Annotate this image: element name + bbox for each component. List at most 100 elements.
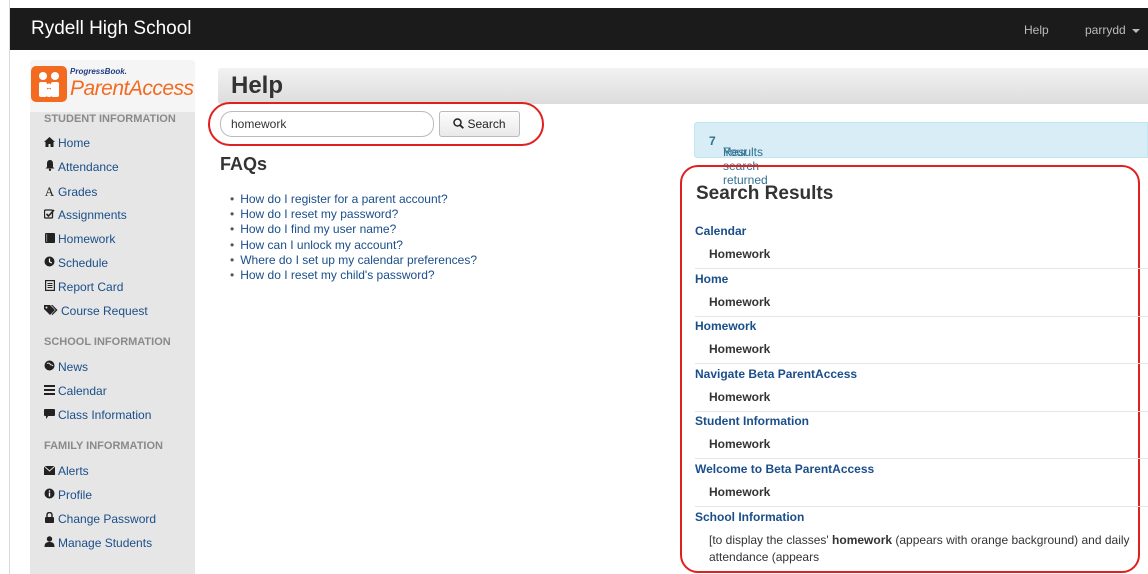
result-link-welcome-beta[interactable]: Welcome to Beta ParentAccess [695,462,874,476]
result-subtitle: Homework [709,437,771,451]
sidebar-item-label: Attendance [58,160,119,174]
results-count-banner: Your search returned 7 Results [694,122,1148,187]
sidebar-section-school: SCHOOL INFORMATION [44,336,171,348]
sidebar-section-student: STUDENT INFORMATION [44,113,176,125]
sidebar-item-class-information[interactable]: Class Information [44,408,151,422]
result-link-student-information[interactable]: Student Information [695,414,809,428]
sidebar-item-label: Profile [58,488,93,502]
check-square-icon [43,209,55,222]
sidebar-item-label: Course Request [61,304,148,318]
result-subtitle: Homework [709,247,771,261]
sidebar-item-schedule[interactable]: Schedule [44,256,108,270]
comment-icon [44,409,55,422]
bullet-icon: • [230,207,235,222]
faq-item[interactable]: • How do I register for a parent account? [230,192,477,207]
faq-item-label: Where do I set up my calendar preference… [240,252,477,267]
bell-icon [44,160,55,174]
result-divider [695,316,1148,317]
sidebar-item-assignments[interactable]: Assignments [43,208,127,222]
sidebar-item-calendar[interactable]: Calendar [44,384,107,398]
sidebar-item-grades[interactable]: A Grades [44,184,98,200]
faq-item-label: How can I unlock my account? [240,237,403,252]
sidebar-item-label: Homework [58,232,116,246]
results-title: Search Results [696,183,834,204]
result-divider [695,411,1148,412]
faq-item-label: How do I find my user name? [240,222,397,237]
sidebar-item-label: Class Information [58,408,152,422]
results-count-text: Your search returned 7 Results [709,134,768,187]
home-icon [44,137,55,150]
faq-title: FAQs [220,154,268,174]
sidebar-item-report-card[interactable]: Report Card [44,280,123,294]
bullet-icon: • [230,252,235,267]
result-divider [695,458,1148,459]
result-subtitle: Homework [709,485,771,499]
user-icon [44,536,55,550]
faq-item-label: How do I reset my child's password? [240,268,435,283]
snippet-highlight: homework [832,533,893,547]
sidebar-item-label: Calendar [58,384,107,398]
school-name: Rydell High School [31,18,192,39]
page-header: Help [218,68,1148,104]
sidebar-section-family: FAMILY INFORMATION [44,440,163,452]
report-icon [44,280,55,294]
faq-item[interactable]: • How can I unlock my account? [230,238,477,253]
sidebar-item-manage-students[interactable]: Manage Students [44,536,152,550]
sidebar-item-label: Report Card [58,280,124,294]
caret-down-icon [1131,28,1140,33]
username-label: parrydd [1085,23,1126,37]
snippet-before: [to display the classes' [709,533,833,547]
bullet-icon: • [230,192,235,206]
page-edge [0,0,10,574]
sidebar-item-label: Grades [58,185,98,199]
browser-page: Rydell High School Help parrydd Progress… [0,0,1148,574]
lock-icon [44,511,55,526]
faq-item[interactable]: • How do I find my user name? [230,222,477,237]
list-icon [44,385,55,398]
sidebar-item-alerts[interactable]: Alerts [43,464,89,478]
sidebar-item-label: Home [58,136,91,150]
sidebar-item-label: Change Password [58,512,157,526]
result-subtitle: Homework [709,390,771,404]
user-menu[interactable]: parrydd [1085,23,1140,37]
sidebar-item-news[interactable]: News [44,360,88,374]
progressbook-logo[interactable]: ProgressBook. ParentAccess [30,60,195,112]
result-link-navigate-beta[interactable]: Navigate Beta ParentAccess [695,367,857,381]
logo-small-text: ProgressBook. [70,67,127,76]
sidebar-item-label: Assignments [58,208,127,222]
faq-list: • How do I register for a parent account?… [230,192,477,283]
sidebar-item-attendance[interactable]: Attendance [44,160,119,174]
sidebar-item-homework[interactable]: Homework [44,232,115,246]
bullet-icon: • [230,268,235,283]
family-logo-icon [31,66,67,102]
faq-item-label: How do I register for a parent account? [240,192,448,206]
result-snippet: [to display the classes' homework (appea… [709,532,1139,566]
result-link-calendar[interactable]: Calendar [695,224,746,238]
top-navbar: Rydell High School Help parrydd [10,8,1148,50]
sidebar-item-label: News [58,360,89,374]
sidebar-item-label: Alerts [58,464,89,478]
result-link-homework[interactable]: Homework [695,319,756,333]
search-highlight-annotation [208,102,544,146]
faq-item[interactable]: • How do I reset my password? [230,207,477,222]
help-link[interactable]: Help [1024,23,1049,37]
result-link-home[interactable]: Home [695,272,728,286]
clock-icon [44,256,55,270]
faq-item-label: How do I reset my password? [240,207,399,222]
sidebar-item-label: Manage Students [58,536,153,550]
font-a-icon: A [44,184,55,199]
faq-item[interactable]: • Where do I set up my calendar preferenc… [230,253,477,268]
result-divider [695,506,1148,507]
book-icon [44,233,55,246]
banner-suffix: Results [723,145,764,159]
page-title: Help [231,72,284,99]
faq-item[interactable]: • How do I reset my child's password? [230,268,477,283]
bullet-icon: • [230,237,235,252]
sidebar-item-course-request[interactable]: Course Request [44,304,148,318]
sidebar: ProgressBook. ParentAccess STUDENT INFOR… [30,60,195,574]
sidebar-item-change-password[interactable]: Change Password [44,511,157,526]
info-icon [44,488,55,502]
sidebar-item-home[interactable]: Home [44,136,90,150]
sidebar-item-profile[interactable]: Profile [44,488,92,502]
result-link-school-information[interactable]: School Information [695,510,804,524]
